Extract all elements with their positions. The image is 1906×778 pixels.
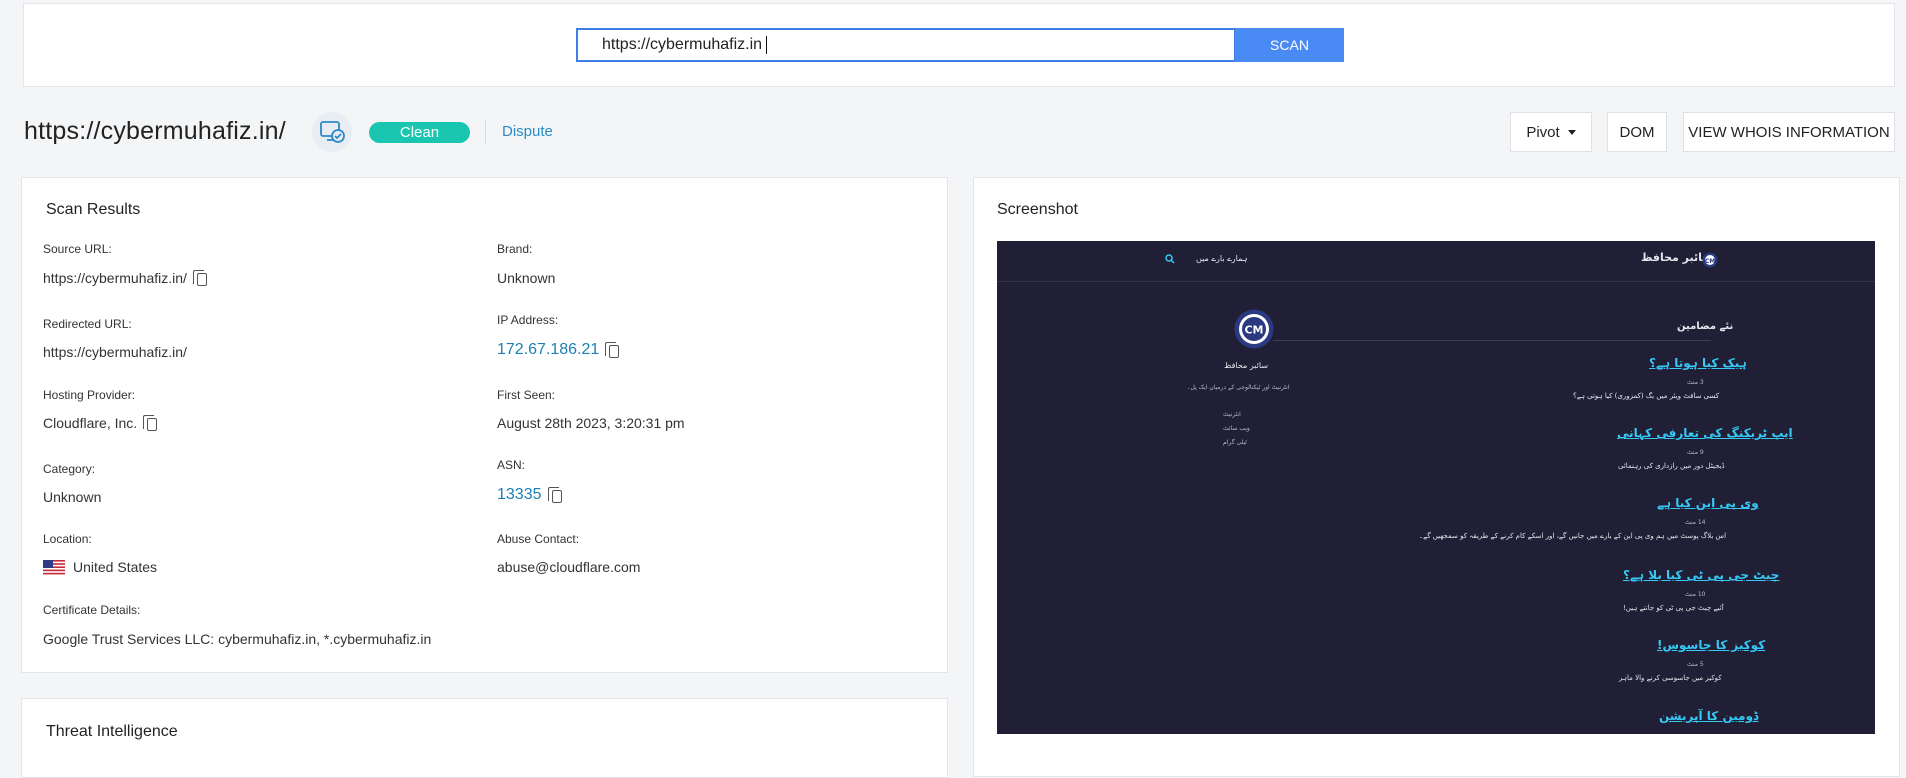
site-latest-heading: نئے مضامین — [1677, 321, 1734, 332]
site-nav-about: ہمارے بارے میں — [1196, 254, 1248, 263]
verdict-badge: Clean — [369, 122, 470, 143]
copy-icon[interactable] — [143, 414, 158, 431]
asn-link[interactable]: 13335 — [497, 486, 542, 504]
site-article-title[interactable]: چیٹ جی پی ٹی کیا بلا ہے؟ — [1623, 568, 1779, 582]
copy-icon[interactable] — [192, 269, 207, 286]
scan-button[interactable]: SCAN — [1235, 28, 1344, 62]
site-article-excerpt: ڈیجیٹل دور میں رازداری کی رہنمائی — [1618, 462, 1725, 470]
copy-icon[interactable] — [605, 341, 620, 358]
redirected-url-value: https://cybermuhafiz.in/ — [43, 344, 187, 360]
site-article-meta: 14 منٹ — [1685, 519, 1706, 526]
site-article-title[interactable]: ڈومین کا آپریشن — [1659, 709, 1758, 723]
certificate-value: Google Trust Services LLC: cybermuhafiz.… — [43, 631, 432, 647]
site-latest-divider — [1273, 340, 1711, 341]
site-profile-avatar: CM — [1234, 309, 1274, 349]
site-search-icon — [1165, 254, 1175, 264]
site-screenshot[interactable]: سائبر محافظ CM ہمارے بارے میں CM سائبر م… — [997, 241, 1875, 734]
location-text: United States — [73, 559, 158, 575]
scan-results-title: Scan Results — [46, 201, 141, 218]
ip-address-value: 172.67.186.21 — [497, 341, 620, 359]
verdict-shield-icon — [312, 112, 352, 152]
brand-value: Unknown — [497, 270, 556, 286]
site-article-title[interactable]: وی پی این کیا ہے — [1657, 496, 1759, 510]
dom-button[interactable]: DOM — [1607, 112, 1667, 152]
location-value: United States — [43, 559, 157, 575]
asn-value: 13335 — [497, 486, 562, 504]
site-profile-link-2: ویب سائٹ — [1223, 425, 1250, 432]
text-cursor — [766, 36, 767, 54]
site-profile-name: سائبر محافظ — [1224, 361, 1269, 370]
site-article-excerpt: آئیے چیٹ جی پی ٹی کو جانتے ہیں! — [1623, 604, 1724, 612]
site-article-meta: 9 منٹ — [1687, 449, 1704, 456]
site-article-meta: 5 منٹ — [1687, 661, 1704, 668]
ip-address-label: IP Address: — [497, 313, 559, 327]
svg-text:CM: CM — [1244, 324, 1263, 337]
site-article-excerpt: کسی سافٹ ویئر میں بگ (کمزوری) کیا ہوتی ہ… — [1573, 392, 1720, 400]
abuse-contact-value: abuse@cloudflare.com — [497, 559, 641, 575]
copy-icon[interactable] — [547, 486, 562, 503]
ip-address-link[interactable]: 172.67.186.21 — [497, 341, 599, 359]
caret-down-icon — [1567, 129, 1576, 135]
hosting-provider-text: Cloudflare, Inc. — [43, 415, 138, 431]
site-article-excerpt: اس بلاگ پوسٹ میں ہم وی پی این کے بارے می… — [1419, 532, 1727, 540]
site-logo-icon: CM — [1702, 252, 1718, 268]
us-flag-icon — [43, 559, 65, 575]
category-label: Category: — [43, 462, 96, 476]
asn-label: ASN: — [497, 458, 526, 472]
abuse-contact-label: Abuse Contact: — [497, 532, 580, 546]
first-seen-value: August 28th 2023, 3:20:31 pm — [497, 415, 685, 431]
site-profile-tagline: انٹرنیٹ اور ٹیکنالوجی کے درمیان ایک پل۔ — [1187, 384, 1290, 391]
site-profile-link-3: ٹیلی گرام — [1223, 439, 1247, 446]
svg-text:CM: CM — [1705, 258, 1715, 265]
screenshot-title: Screenshot — [997, 201, 1078, 218]
site-article-title[interactable]: کوکیز کا جاسوس! — [1657, 638, 1765, 652]
site-article-title[interactable]: ایپ ٹریکنگ کی تعارفی کہانی — [1617, 426, 1793, 440]
source-url-label: Source URL: — [43, 242, 112, 256]
source-url-value: https://cybermuhafiz.in/ — [43, 269, 207, 286]
brand-label: Brand: — [497, 242, 533, 256]
pivot-label: Pivot — [1526, 123, 1560, 141]
site-header-divider — [997, 281, 1875, 282]
threat-intelligence-title: Threat Intelligence — [46, 723, 178, 740]
hosting-provider-label: Hosting Provider: — [43, 388, 136, 402]
category-value: Unknown — [43, 489, 102, 505]
pivot-dropdown-button[interactable]: Pivot — [1510, 112, 1592, 152]
divider — [485, 120, 486, 144]
source-url-text: https://cybermuhafiz.in/ — [43, 270, 187, 286]
location-label: Location: — [43, 532, 92, 546]
first-seen-label: First Seen: — [497, 388, 556, 402]
scanned-url-title: https://cybermuhafiz.in/ — [24, 117, 286, 145]
redirected-url-label: Redirected URL: — [43, 317, 132, 331]
site-article-meta: 10 منٹ — [1685, 591, 1706, 598]
url-scan-input[interactable] — [576, 28, 1236, 62]
site-profile-link-1: انٹرنیٹ — [1223, 411, 1241, 418]
hosting-provider-value: Cloudflare, Inc. — [43, 414, 158, 431]
site-article-excerpt: کوکیز میں جاسوسی کرنے والا ماہر — [1619, 674, 1722, 682]
dispute-link[interactable]: Dispute — [502, 123, 553, 140]
site-article-meta: 3 منٹ — [1687, 379, 1704, 386]
site-article-title[interactable]: ہیک کیا ہوتا ہے؟ — [1649, 356, 1747, 370]
certificate-label: Certificate Details: — [43, 603, 141, 617]
view-whois-button[interactable]: VIEW WHOIS INFORMATION — [1683, 112, 1895, 152]
scan-results-card — [21, 177, 948, 673]
